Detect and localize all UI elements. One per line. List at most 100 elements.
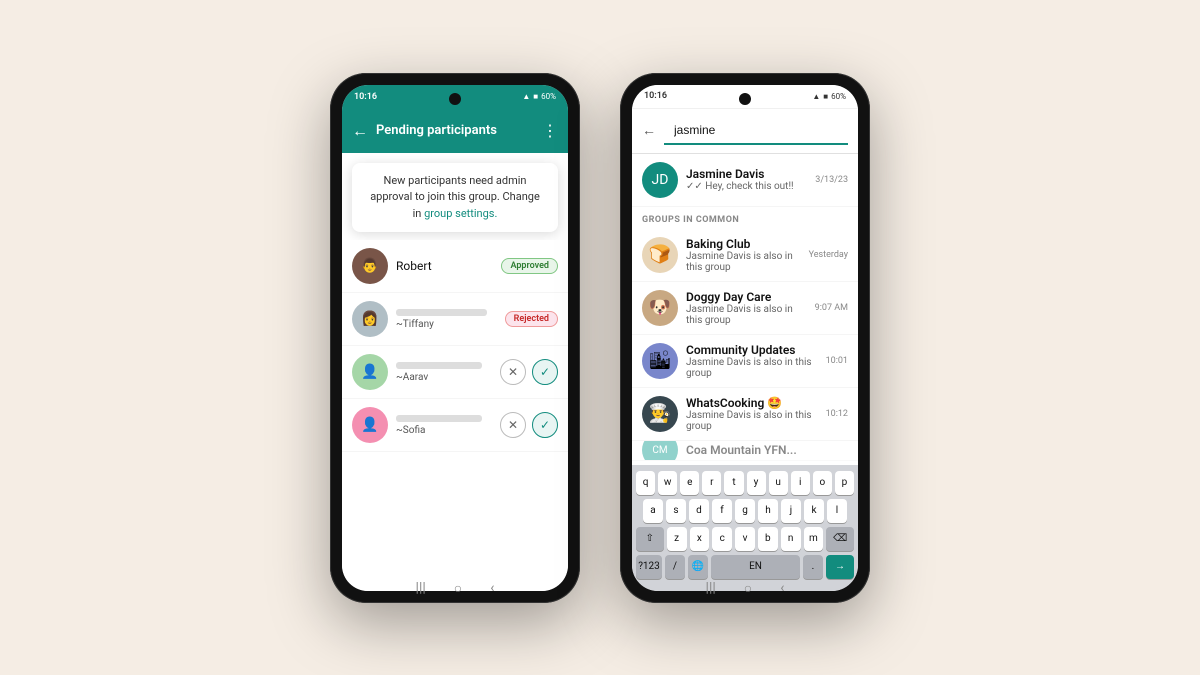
key-y[interactable]: y [747, 471, 766, 495]
kb-row-2: a s d f g h j k l [636, 499, 854, 523]
key-h[interactable]: h [758, 499, 778, 523]
key-r[interactable]: r [702, 471, 721, 495]
more-button-1[interactable]: ⋮ [542, 121, 558, 140]
tiffany-name: ~Tiffany [396, 319, 497, 330]
key-period[interactable]: . [803, 555, 823, 579]
doggy-info: Doggy Day Care Jasmine Davis is also in … [686, 290, 807, 326]
nav-recent[interactable]: ||| [416, 580, 426, 596]
group-item-baking[interactable]: 🍞 Baking Club Jasmine Davis is also in t… [632, 229, 858, 282]
key-l[interactable]: l [827, 499, 847, 523]
phone-search: 10:16 ▲ ■ 60% ← JD Jasmine Davis ✓✓ [620, 73, 870, 603]
doggy-name: Doggy Day Care [686, 290, 807, 304]
group-item-community[interactable]: 🏙 Community Updates Jasmine Davis is als… [632, 335, 858, 388]
jasmine-contact-info: Jasmine Davis ✓✓ Hey, check this out!! [686, 167, 807, 192]
key-b[interactable]: b [758, 527, 778, 551]
jasmine-avatar: JD [642, 162, 678, 198]
jasmine-name: Jasmine Davis [686, 167, 807, 181]
key-shift[interactable]: ⇧ [636, 527, 664, 551]
community-avatar: 🏙 [642, 343, 678, 379]
phones-container: 10:16 ▲ ■ 60% ← Pending participants ⋮ N… [330, 73, 870, 603]
group-item-partial: CM Coa Mountain YFN... [632, 441, 858, 461]
baking-info: Baking Club Jasmine Davis is also in thi… [686, 237, 801, 273]
pending-header: ← Pending participants ⋮ [342, 109, 568, 153]
sofia-actions: ✕ ✓ [500, 412, 558, 438]
key-send[interactable]: → [826, 555, 854, 579]
jasmine-status: ✓✓ Hey, check this out!! [686, 181, 807, 192]
nav-back-2[interactable]: ‹ [780, 580, 784, 596]
key-w[interactable]: w [658, 471, 677, 495]
key-globe[interactable]: 🌐 [688, 555, 708, 579]
phone-nav-1: ||| ○ ‹ [416, 580, 495, 597]
whatscooking-sub: Jasmine Davis is also in this group [686, 410, 818, 432]
whatscooking-avatar: 👨‍🍳 [642, 396, 678, 432]
group-item-doggy[interactable]: 🐶 Doggy Day Care Jasmine Davis is also i… [632, 282, 858, 335]
signal-icon: ■ [533, 92, 538, 101]
community-time: 10:01 [826, 356, 848, 366]
rejected-badge: Rejected [505, 311, 558, 327]
search-input[interactable] [664, 117, 848, 145]
phone-screen-2: 10:16 ▲ ■ 60% ← JD Jasmine Davis ✓✓ [632, 85, 858, 591]
key-x[interactable]: x [690, 527, 710, 551]
key-f[interactable]: f [712, 499, 732, 523]
key-slash[interactable]: / [665, 555, 685, 579]
key-i[interactable]: i [791, 471, 810, 495]
key-m[interactable]: m [804, 527, 824, 551]
key-a[interactable]: a [643, 499, 663, 523]
key-o[interactable]: o [813, 471, 832, 495]
nav-home[interactable]: ○ [454, 580, 462, 597]
group-item-whatscooking[interactable]: 👨‍🍳 WhatsCooking 🤩 Jasmine Davis is also… [632, 388, 858, 441]
participant-item: 👤 ~Aarav ✕ ✓ [342, 346, 568, 399]
key-k[interactable]: k [804, 499, 824, 523]
key-d[interactable]: d [689, 499, 709, 523]
key-s[interactable]: s [666, 499, 686, 523]
key-u[interactable]: u [769, 471, 788, 495]
nav-recent-2[interactable]: ||| [706, 580, 716, 596]
key-c[interactable]: c [712, 527, 732, 551]
key-delete[interactable]: ⌫ [826, 527, 854, 551]
key-e[interactable]: e [680, 471, 699, 495]
aarav-info: ~Aarav [396, 362, 492, 383]
approve-button[interactable]: ✓ [532, 412, 558, 438]
nav-back[interactable]: ‹ [490, 580, 494, 596]
blur-line [396, 415, 482, 422]
battery-icon-2: 60% [831, 92, 846, 101]
whatscooking-info: WhatsCooking 🤩 Jasmine Davis is also in … [686, 396, 818, 432]
partial-avatar: CM [642, 441, 678, 461]
blur-line [396, 309, 487, 316]
key-t[interactable]: t [724, 471, 743, 495]
status-icons-2: ▲ ■ 60% [812, 92, 846, 101]
robert-name: Robert [396, 259, 493, 273]
jasmine-contact-item[interactable]: JD Jasmine Davis ✓✓ Hey, check this out!… [632, 154, 858, 207]
community-name: Community Updates [686, 343, 818, 357]
community-sub: Jasmine Davis is also in this group [686, 357, 818, 379]
group-settings-link[interactable]: group settings. [424, 207, 497, 220]
nav-home-2[interactable]: ○ [744, 580, 752, 597]
signal-icon-2: ■ [823, 92, 828, 101]
key-z[interactable]: z [667, 527, 687, 551]
key-j[interactable]: j [781, 499, 801, 523]
wifi-icon: ▲ [522, 92, 530, 101]
status-time-1: 10:16 [354, 92, 377, 102]
back-button-2[interactable]: ← [642, 122, 656, 139]
whatscooking-time: 10:12 [826, 409, 848, 419]
reject-button[interactable]: ✕ [500, 412, 526, 438]
key-v[interactable]: v [735, 527, 755, 551]
key-g[interactable]: g [735, 499, 755, 523]
key-q[interactable]: q [636, 471, 655, 495]
key-p[interactable]: p [835, 471, 854, 495]
groups-in-common-header: GROUPS IN COMMON [632, 207, 858, 229]
pending-title: Pending participants [376, 123, 534, 138]
back-button-1[interactable]: ← [352, 121, 368, 141]
baking-time: Yesterday [809, 250, 848, 260]
key-n[interactable]: n [781, 527, 801, 551]
aarav-name: ~Aarav [396, 372, 492, 383]
blur-line [396, 362, 482, 369]
key-space[interactable]: EN [711, 555, 800, 579]
phone-nav-2: ||| ○ ‹ [706, 580, 785, 597]
phone-notch [449, 93, 461, 105]
key-num[interactable]: ?123 [636, 555, 662, 579]
approve-button[interactable]: ✓ [532, 359, 558, 385]
keyboard: q w e r t y u i o p a s d f g h [632, 465, 858, 591]
reject-button[interactable]: ✕ [500, 359, 526, 385]
status-time-2: 10:16 [644, 91, 667, 101]
